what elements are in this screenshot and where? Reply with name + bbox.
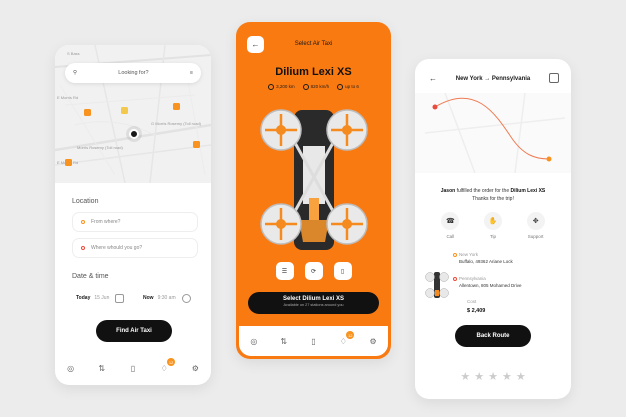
model-stats: 3,200 km 820 km/h up to 6	[236, 84, 391, 90]
from-field[interactable]: From where?	[72, 212, 198, 232]
home-icon[interactable]: ◎	[66, 363, 76, 373]
speed-icon	[302, 84, 309, 90]
map-pin[interactable]	[65, 159, 72, 166]
time-label: Now	[143, 295, 154, 301]
bookmark-icon[interactable]	[549, 73, 559, 83]
origin-dot-icon	[453, 253, 457, 257]
route-map[interactable]	[415, 92, 571, 174]
bookmark-button[interactable]: ▯	[333, 262, 352, 280]
star-icon[interactable]: ★	[488, 370, 498, 383]
map-pin[interactable]	[173, 103, 180, 110]
driver-actions: ☎ Call ✋ Tip ✥ Support	[415, 212, 571, 239]
share-button[interactable]: ⟳	[304, 262, 323, 280]
trip-complete-screen: ← New York → Pennsylvania Jason fulfille…	[415, 59, 571, 399]
destination-dot-icon	[453, 277, 457, 281]
date-label: Today	[76, 295, 91, 301]
destination-dot-icon	[81, 246, 85, 250]
cost-label: Cost	[467, 299, 477, 304]
star-icon[interactable]: ★	[474, 370, 484, 383]
time-picker[interactable]: Now 9:30 am	[143, 289, 191, 307]
map-pin[interactable]	[121, 107, 128, 114]
bottom-nav: ◎ ⇅ ▯ ♢ 12 ⚙	[55, 351, 211, 385]
speed-stat: 820 km/h	[302, 84, 329, 90]
range-stat: 3,200 km	[268, 84, 295, 90]
time-value: 9:30 am	[157, 295, 176, 301]
date-picker[interactable]: Today 15 Jun	[76, 289, 125, 307]
home-icon[interactable]: ◎	[249, 336, 259, 346]
notification-badge: 12	[167, 358, 176, 366]
to-input[interactable]: Where whould you go?	[91, 245, 142, 251]
notification-icon[interactable]: ♢ 12	[338, 331, 355, 346]
bookmark-icon[interactable]: ▯	[128, 363, 138, 373]
air-taxi-drone-image	[260, 109, 368, 250]
to-field[interactable]: Where whould you go?	[72, 238, 198, 258]
screen-title: Select Air Taxi	[294, 41, 333, 47]
map-pin[interactable]	[193, 141, 200, 148]
call-button[interactable]: ☎ Call	[441, 212, 460, 239]
route-icon[interactable]: ⇅	[279, 336, 289, 346]
settings-icon[interactable]: ⚙	[190, 363, 200, 373]
stop-origin: New York Buffalo, 49362 Ariane Lock	[453, 252, 513, 264]
quick-actions: ☰ ⟳ ▯	[236, 262, 391, 280]
map-label: G Morris Rosemy (Toll road)	[151, 121, 202, 126]
tip-hand-icon: ✋	[483, 212, 502, 230]
drone-thumbnail	[425, 272, 449, 298]
calendar-icon	[115, 293, 125, 303]
bottom-nav: ◎ ⇅ ▯ ♢ 12 ⚙	[239, 326, 388, 356]
location-title: Location	[72, 198, 99, 205]
route-title: New York → Pennsylvania	[455, 76, 531, 82]
view-3d-button[interactable]: ☰	[275, 262, 294, 280]
select-taxi-screen: ← Select Air Taxi Dilium Lexi XS 3,200 k…	[236, 22, 391, 359]
filter-icon[interactable]: ≡	[190, 70, 193, 76]
passenger-icon	[337, 84, 344, 90]
route-path	[424, 92, 566, 174]
from-input[interactable]: From where?	[91, 219, 120, 225]
cost-value: $ 2,409	[467, 308, 486, 314]
star-icon[interactable]: ★	[516, 370, 526, 383]
clock-icon	[181, 293, 191, 303]
support-button[interactable]: ✥ Support	[526, 212, 545, 239]
back-route-button[interactable]: Back Route	[455, 325, 531, 347]
seats-stat: up to 6	[337, 84, 359, 90]
tip-button[interactable]: ✋ Tip	[483, 212, 502, 239]
stop-destination: Pennsylvania Allentown, 805 Mohamed Driv…	[453, 276, 522, 288]
search-input[interactable]: Looking for?	[118, 70, 148, 76]
rating-stars: ★ ★ ★ ★ ★	[415, 370, 571, 383]
map-label: Morris Rosemy (Toll road)	[77, 145, 123, 150]
fulfilment-message: Jason fulfilled the order for the Dilium…	[440, 188, 546, 202]
star-icon[interactable]: ★	[502, 370, 512, 383]
star-icon[interactable]: ★	[460, 370, 470, 383]
phone-icon: ☎	[441, 212, 460, 230]
map[interactable]: S Bass E Morris Rd G Morris Rosemy (Toll…	[55, 45, 211, 183]
origin-dot-icon	[81, 220, 85, 224]
search-screen: S Bass E Morris Rd G Morris Rosemy (Toll…	[55, 45, 211, 385]
select-subtitle: Available on 27 stations around you	[283, 303, 344, 307]
support-icon: ✥	[526, 212, 545, 230]
search-bar[interactable]: ⚲ Looking for? ≡	[65, 63, 201, 83]
bookmark-icon[interactable]: ▯	[308, 336, 318, 346]
map-label: S Bass	[67, 51, 80, 56]
route-icon[interactable]: ⇅	[97, 363, 107, 373]
select-label: Select Dilium Lexi XS	[282, 296, 345, 302]
date-value: 15 Jun	[94, 295, 110, 301]
datetime-title: Date & time	[72, 273, 109, 280]
current-location-marker	[129, 129, 139, 139]
model-name: Dilium Lexi XS	[275, 66, 352, 78]
map-label: E Morris Rd	[57, 95, 79, 100]
find-air-taxi-button[interactable]: Find Air Taxi	[96, 320, 172, 342]
route-icon	[268, 84, 275, 90]
settings-icon[interactable]: ⚙	[368, 336, 378, 346]
notification-icon[interactable]: ♢ 12	[159, 358, 176, 373]
select-taxi-button[interactable]: Select Dilium Lexi XS Available on 27 st…	[248, 292, 379, 314]
search-icon: ⚲	[73, 70, 78, 76]
map-pin[interactable]	[84, 109, 91, 116]
notification-badge: 12	[346, 331, 355, 339]
